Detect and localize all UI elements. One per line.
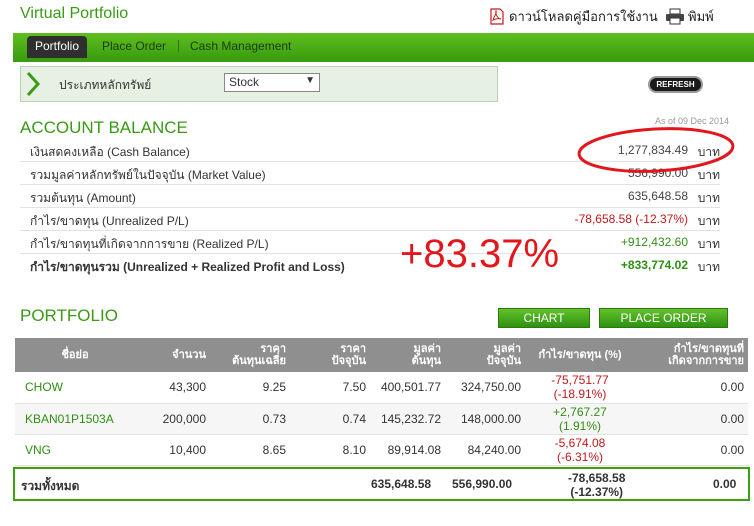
column-header-market-value: มูลค่า ปัจจุบัน <box>445 338 525 372</box>
balance-value: -78,658.58 (-12.37%) <box>574 212 688 226</box>
tab-place-order[interactable]: Place Order <box>94 37 174 55</box>
balance-label: กำไร/ขาดทุนรวม (Unrealized + Realized Pr… <box>30 260 345 274</box>
pdf-icon <box>490 8 504 25</box>
table-header-row: ชื่อย่อ จำนวน ราคา ต้นทุนเฉลี่ย ราคา ปัจจุ… <box>15 338 748 372</box>
account-balance-title: ACCOUNT BALANCE <box>20 118 188 137</box>
column-header-amount: มูลค่า ต้นทุน <box>370 338 445 372</box>
balance-row-realized: กำไร/ขาดทุนที่เกิดจากการขาย (Realized P/… <box>20 231 720 254</box>
column-header-symbol: ชื่อย่อ <box>15 338 135 372</box>
total-amount: 635,648.58 <box>371 477 432 491</box>
tab-bar: Portfolio Place Order Cash Management <box>13 33 754 62</box>
highlight-ellipse <box>577 127 735 173</box>
symbol-link[interactable]: CHOW <box>15 372 135 404</box>
realized-pl-cell: 0.00 <box>635 434 748 466</box>
avg-cost-cell: 0.73 <box>210 403 290 435</box>
portfolio-total-row: รวมทั้งหมด 635,648.58 556,990.00 -78,658… <box>13 467 750 501</box>
download-manual-label: ดาวน์โหลดคู่มือการใช้งาน <box>509 9 658 24</box>
amount-cell: 400,501.77 <box>370 372 445 404</box>
realized-pl-cell: 0.00 <box>635 403 748 435</box>
unrealized-pl-cell: -5,674.08 (-6.31%) <box>525 434 635 466</box>
place-order-button[interactable]: PLACE ORDER <box>599 308 728 328</box>
balance-unit: บาท <box>697 191 720 205</box>
column-header-market-price: ราคา ปัจจุบัน <box>290 338 370 372</box>
balance-label: รวมมูลค่าหลักทรัพย์ในปัจจุบัน (Market Va… <box>30 168 266 182</box>
market-price-cell: 0.74 <box>290 403 370 435</box>
portfolio-table: ชื่อย่อ จำนวน ราคา ต้นทุนเฉลี่ย ราคา ปัจจุ… <box>15 338 748 466</box>
total-unrealized-pl: -78,658.58 (-12.37%) <box>568 471 626 499</box>
table-row: KBAN01P1503A 200,000 0.73 0.74 145,232.7… <box>15 403 748 435</box>
balance-label: รวมต้นทุน (Amount) <box>30 191 136 205</box>
market-price-cell: 7.50 <box>290 372 370 404</box>
market-value-cell: 84,240.00 <box>445 434 525 466</box>
column-header-unrealized: กำไร/ขาดทุน (%) <box>525 338 635 372</box>
balance-row-amount: รวมต้นทุน (Amount) 635,648.58 บาท <box>20 185 720 208</box>
portfolio-title: PORTFOLIO <box>20 306 118 325</box>
column-header-volume: จำนวน <box>135 338 210 372</box>
balance-unit: บาท <box>697 260 720 274</box>
printer-icon <box>666 8 684 25</box>
security-type-value: Stock <box>229 75 260 89</box>
volume-cell: 200,000 <box>135 403 210 435</box>
balance-unit: บาท <box>697 237 720 251</box>
total-label: รวมทั้งหมด <box>21 479 80 493</box>
security-type-filter: ประเภทหลักทรัพย์ Stock ▼ <box>20 66 498 102</box>
balance-value: +912,432.60 <box>620 235 688 249</box>
unrealized-pl-cell: +2,767.27 (1.91%) <box>525 403 635 435</box>
symbol-link[interactable]: KBAN01P1503A <box>15 403 135 435</box>
tab-cash-management[interactable]: Cash Management <box>182 37 299 55</box>
balance-label: กำไร/ขาดทุนที่เกิดจากการขาย (Realized P/… <box>30 237 269 251</box>
balance-value: 635,648.58 <box>627 189 688 203</box>
amount-cell: 145,232.72 <box>370 403 445 435</box>
volume-cell: 43,300 <box>135 372 210 404</box>
symbol-link[interactable]: VNG <box>15 434 135 466</box>
table-row: VNG 10,400 8.65 8.10 89,914.08 84,240.00… <box>15 434 748 466</box>
balance-unit: บาท <box>697 214 720 228</box>
security-type-select[interactable]: Stock ▼ <box>224 73 320 92</box>
print-link[interactable]: พิมพ์ <box>665 6 714 27</box>
market-value-cell: 324,750.00 <box>445 372 525 404</box>
highlight-percentage: +83.37% <box>400 232 560 276</box>
market-price-cell: 8.10 <box>290 434 370 466</box>
balance-value: +833,774.02 <box>620 258 688 272</box>
tab-portfolio[interactable]: Portfolio <box>27 36 88 58</box>
app-title: Virtual Portfolio <box>20 5 129 22</box>
market-value-cell: 148,000.00 <box>445 403 525 435</box>
balance-label: เงินสดคงเหลือ (Cash Balance) <box>30 145 190 159</box>
total-market-value: 556,990.00 <box>452 477 513 491</box>
balance-row-unrealized: กำไร/ขาดทุน (Unrealized P/L) -78,658.58 … <box>20 208 720 231</box>
column-header-realized: กำไร/ขาดทุนที่ เกิดจากการขาย <box>635 338 748 372</box>
column-header-avg-cost: ราคา ต้นทุนเฉลี่ย <box>210 338 290 372</box>
total-realized-pl: 0.00 <box>713 477 737 491</box>
tab-separator <box>178 40 179 52</box>
realized-pl-cell: 0.00 <box>635 372 748 404</box>
refresh-button[interactable]: REFRESH <box>648 76 703 93</box>
print-label: พิมพ์ <box>688 9 714 24</box>
dropdown-arrow-icon: ▼ <box>305 75 315 86</box>
security-type-label: ประเภทหลักทรัพย์ <box>59 78 152 92</box>
unrealized-pl-cell: -75,751.77 (-18.91%) <box>525 372 635 404</box>
arrow-right-icon <box>26 71 40 97</box>
download-manual-link[interactable]: ดาวน์โหลดคู่มือการใช้งาน <box>489 6 658 27</box>
chart-button[interactable]: CHART <box>498 308 590 328</box>
avg-cost-cell: 8.65 <box>210 434 290 466</box>
avg-cost-cell: 9.25 <box>210 372 290 404</box>
balance-label: กำไร/ขาดทุน (Unrealized P/L) <box>30 214 189 228</box>
amount-cell: 89,914.08 <box>370 434 445 466</box>
table-row: CHOW 43,300 9.25 7.50 400,501.77 324,750… <box>15 372 748 404</box>
balance-row-total-pl: กำไร/ขาดทุนรวม (Unrealized + Realized Pr… <box>20 254 720 277</box>
volume-cell: 10,400 <box>135 434 210 466</box>
